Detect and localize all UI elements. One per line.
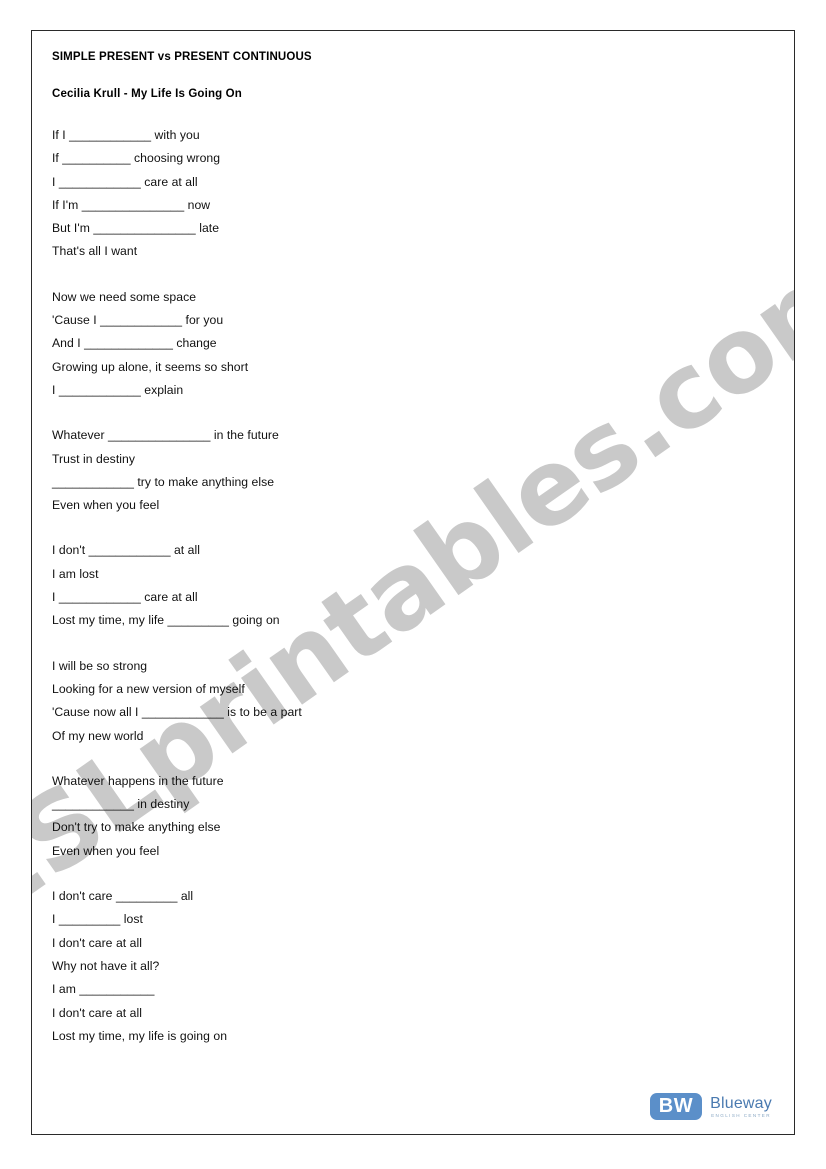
lyric-line: I _________ lost <box>52 912 143 927</box>
lyric-line: If I ____________ with you <box>52 128 200 142</box>
lyric-line: I ____________ care at all <box>52 590 198 605</box>
verse-block: If I ____________ with you If __________… <box>52 124 772 264</box>
verse-block: Whatever happens in the future _________… <box>52 770 772 863</box>
lyric-line: That's all I want <box>52 244 138 259</box>
lyric-line: Lost my time, my life is going on <box>52 1028 228 1043</box>
lyric-line: I don't ____________ at all <box>52 543 201 558</box>
blueway-wordmark: Blueway ENGLISH CENTER <box>710 1095 772 1119</box>
lyric-line: Now we need some space <box>52 289 197 304</box>
verse-block: Now we need some space 'Cause I ________… <box>52 286 772 402</box>
lyric-line: ____________ try to make anything else <box>52 474 275 489</box>
lyric-line: But I'm _______________ late <box>52 221 220 236</box>
song-title: Cecilia Krull - My Life Is Going On <box>52 88 242 100</box>
worksheet-content: SIMPLE PRESENT vs PRESENT CONTINUOUS Cec… <box>32 31 794 1048</box>
blueway-logo: BW Blueway ENGLISH CENTER <box>649 1093 772 1120</box>
blueway-tagline: ENGLISH CENTER <box>711 1112 771 1118</box>
lyric-line: Lost my time, my life _________ going on <box>52 613 280 628</box>
verse-block: I don't ____________ at all I am lost I … <box>52 539 772 632</box>
lyric-line: If __________ choosing wrong <box>52 151 221 166</box>
lyric-line: I am lost <box>52 566 99 581</box>
lyric-line: I don't care _________ all <box>52 889 194 904</box>
page-title: SIMPLE PRESENT vs PRESENT CONTINUOUS <box>52 51 312 63</box>
verse-block: I will be so strong Looking for a new ve… <box>52 655 772 748</box>
lyric-line: I don't care at all <box>52 1005 142 1020</box>
lyric-line: I ____________ care at all <box>52 174 198 189</box>
verse-block: Whatever _______________ in the future T… <box>52 424 772 517</box>
lyric-line: 'Cause now all I ____________ is to be a… <box>52 705 302 720</box>
lyric-line: If I'm _______________ now <box>52 197 211 212</box>
lyric-line: Why not have it all? <box>52 958 160 973</box>
lyric-line: Even when you feel <box>52 843 160 858</box>
lyric-line: Looking for a new version of myself <box>52 681 245 696</box>
lyric-line: Whatever happens in the future <box>52 773 224 788</box>
lyric-line: I ____________ explain <box>52 382 184 397</box>
lyric-line: I don't care at all <box>52 935 142 950</box>
lyric-line: Growing up alone, it seems so short <box>52 359 249 374</box>
lyric-line: Whatever _______________ in the future <box>52 428 279 443</box>
lyric-line: ____________ in destiny <box>52 797 190 812</box>
lyric-line: Don't try to make anything else <box>52 820 221 835</box>
lyric-line: 'Cause I ____________ for you <box>52 313 224 328</box>
lyric-line: Even when you feel <box>52 498 160 513</box>
lyric-line: I am ___________ <box>52 982 155 997</box>
lyric-line: Trust in destiny <box>52 451 135 466</box>
blueway-badge-icon: BW <box>649 1093 703 1120</box>
lyric-line: Of my new world <box>52 728 144 743</box>
blueway-wordmark-label: Blueway <box>710 1094 772 1112</box>
lyric-line: I will be so strong <box>52 658 148 673</box>
worksheet-page: ESLprintables.com SIMPLE PRESENT vs PRES… <box>31 30 795 1135</box>
blueway-badge-label: BW <box>658 1095 694 1117</box>
verse-block: I don't care _________ all I _________ l… <box>52 885 772 1048</box>
lyric-line: And I _____________ change <box>52 336 217 351</box>
